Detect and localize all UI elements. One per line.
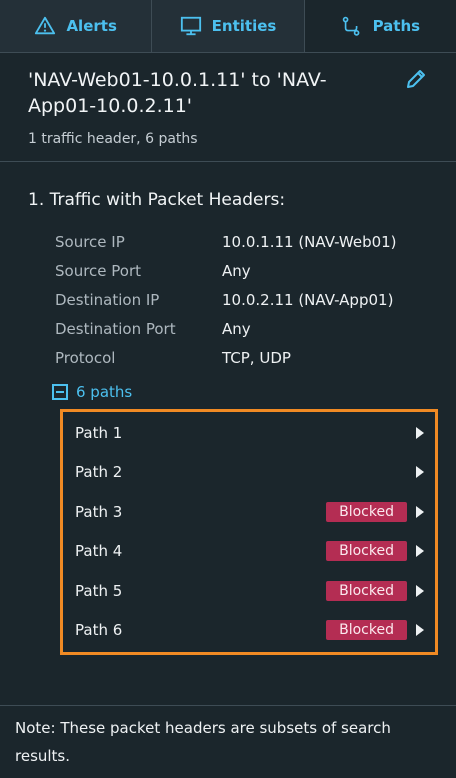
status-badge: Blocked	[326, 541, 407, 561]
tab-bar: Alerts Entities Paths	[0, 0, 456, 53]
caret-right-icon[interactable]	[416, 506, 424, 518]
status-badge: Blocked	[326, 581, 407, 601]
tab-entities-label: Entities	[211, 17, 277, 35]
path-label: Path 6	[75, 621, 123, 639]
path-row-1[interactable]: Path 1	[63, 413, 435, 453]
tab-paths-label: Paths	[372, 17, 421, 35]
page-title: 'NAV-Web01-10.0.1.11' to 'NAV-App01-10.0…	[28, 69, 327, 117]
property-value: TCP, UDP	[222, 348, 291, 367]
packet-header-properties: Source IP 10.0.1.11 (NAV-Web01) Source P…	[55, 227, 397, 372]
paths-collapse-toggle[interactable]: 6 paths	[52, 383, 132, 401]
property-label: Destination Port	[55, 319, 176, 338]
path-label: Path 1	[75, 424, 123, 442]
property-row: Source Port Any	[55, 256, 397, 285]
tab-alerts-label: Alerts	[66, 17, 117, 35]
paths-toggle-label: 6 paths	[76, 383, 133, 401]
status-badge: Blocked	[326, 620, 407, 640]
property-label: Source IP	[55, 232, 125, 251]
warning-icon	[35, 16, 56, 35]
caret-right-icon[interactable]	[416, 624, 424, 636]
path-row-2[interactable]: Path 2	[63, 452, 435, 492]
path-row-3[interactable]: Path 3 Blocked	[63, 492, 435, 532]
path-label: Path 5	[75, 582, 123, 600]
caret-right-icon[interactable]	[416, 585, 424, 597]
property-row: Destination Port Any	[55, 314, 397, 343]
pencil-icon[interactable]	[404, 67, 428, 91]
property-value: 10.0.2.11 (NAV-App01)	[222, 290, 394, 309]
path-label: Path 4	[75, 542, 123, 560]
property-value: Any	[222, 319, 251, 338]
minus-square-icon	[52, 384, 68, 400]
footer-note: Note: These packet headers are subsets o…	[0, 705, 456, 778]
property-value: Any	[222, 261, 251, 280]
path-row-6[interactable]: Path 6 Blocked	[63, 610, 435, 650]
property-label: Protocol	[55, 348, 116, 367]
caret-right-icon[interactable]	[416, 466, 424, 478]
monitor-icon	[180, 16, 201, 36]
tab-alerts[interactable]: Alerts	[0, 0, 153, 52]
section-title: 1. Traffic with Packet Headers:	[28, 190, 286, 210]
path-row-4[interactable]: Path 4 Blocked	[63, 531, 435, 571]
path-icon	[342, 16, 359, 36]
path-row-5[interactable]: Path 5 Blocked	[63, 571, 435, 611]
property-label: Destination IP	[55, 290, 160, 309]
status-badge: Blocked	[326, 502, 407, 522]
caret-right-icon[interactable]	[416, 545, 424, 557]
path-header: 'NAV-Web01-10.0.1.11' to 'NAV-App01-10.0…	[0, 53, 456, 162]
property-row: Protocol TCP, UDP	[55, 343, 397, 372]
property-label: Source Port	[55, 261, 142, 280]
property-row: Destination IP 10.0.2.11 (NAV-App01)	[55, 285, 397, 314]
property-row: Source IP 10.0.1.11 (NAV-Web01)	[55, 227, 397, 256]
caret-right-icon[interactable]	[416, 427, 424, 439]
paths-list: Path 1 Path 2 Path 3 Blocked Path 4 Bloc…	[60, 409, 438, 655]
path-label: Path 3	[75, 503, 123, 521]
summary-text: 1 traffic header, 6 paths	[28, 131, 198, 147]
path-label: Path 2	[75, 463, 123, 481]
tab-entities[interactable]: Entities	[152, 0, 305, 52]
tab-paths[interactable]: Paths	[304, 0, 456, 52]
property-value: 10.0.1.11 (NAV-Web01)	[222, 232, 397, 251]
